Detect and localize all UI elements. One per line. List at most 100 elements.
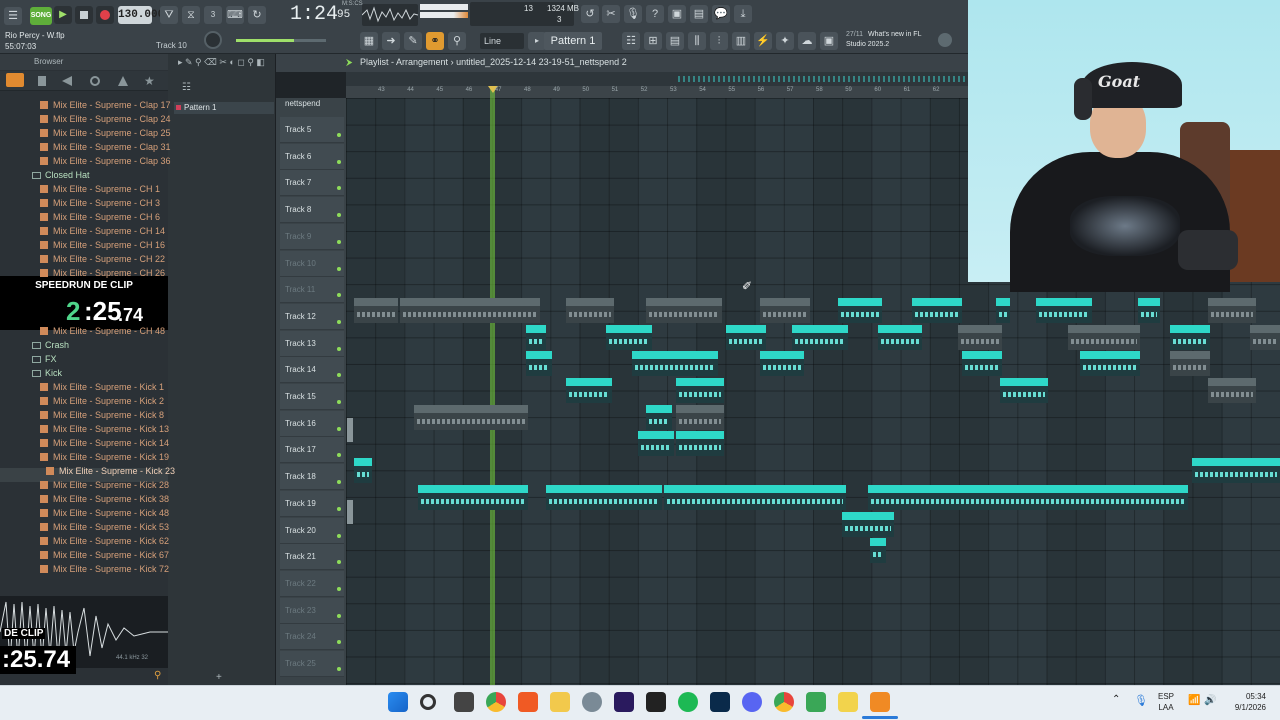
track-header[interactable]: Track 9	[280, 223, 344, 250]
playlist-clip[interactable]: unt...2	[962, 351, 1002, 377]
tray-chevron-icon[interactable]: ⌃	[1112, 694, 1120, 705]
browser-folder[interactable]: Closed Hat	[32, 168, 90, 182]
playlist-clip[interactable]: until..end 2	[566, 297, 614, 323]
track-mute-led[interactable]	[337, 640, 341, 645]
track-mute-led[interactable]	[337, 453, 341, 458]
clock[interactable]: 05:34 9/1/2026	[1226, 691, 1266, 713]
browser-item[interactable]: Mix Elite - Supreme - CH 16	[40, 238, 165, 252]
browser-search-icon[interactable]	[90, 76, 100, 86]
browser-item[interactable]: Mix Elite - Supreme - Kick 67	[40, 548, 169, 562]
browser-speaker-icon[interactable]	[62, 76, 72, 86]
undo-history-icon[interactable]: ↺	[581, 5, 599, 23]
browser-item[interactable]: Mix Elite - Supreme - Kick 38	[40, 492, 169, 506]
chat-icon[interactable]: 💬	[712, 5, 730, 23]
playlist-play-icon[interactable]: ⮞	[346, 57, 353, 68]
track-header[interactable]: Track 11	[280, 277, 344, 304]
playlist-clip[interactable]	[1138, 297, 1160, 323]
microphone-icon[interactable]: 🎙	[624, 5, 642, 23]
playlist-icon[interactable]: ☷	[622, 32, 640, 50]
premiere-icon[interactable]	[614, 692, 634, 712]
playlist-clip[interactable]: 2	[996, 297, 1010, 323]
news-title[interactable]: What's new in FL	[868, 31, 921, 38]
track-header[interactable]: Track 18	[280, 464, 344, 491]
mixer-alt-icon[interactable]: ⫶	[710, 32, 728, 50]
track-header[interactable]: Track 25	[280, 651, 344, 677]
stop-button[interactable]	[75, 6, 93, 24]
tempo-display[interactable]: 130.000	[118, 6, 164, 24]
track-header[interactable]: Track 23	[280, 597, 344, 624]
track-mute-led[interactable]	[337, 400, 341, 404]
volume-icon[interactable]: 🔊	[1204, 695, 1216, 706]
preview-search-icon[interactable]: ⚲	[154, 670, 161, 681]
start-menu-icon[interactable]	[388, 692, 408, 712]
browser-folder[interactable]: Crash	[32, 338, 69, 352]
track-header[interactable]: Track 6	[280, 143, 344, 170]
track-mute-led[interactable]	[337, 426, 341, 431]
capcut-icon[interactable]	[646, 692, 666, 712]
drive-icon[interactable]	[806, 692, 826, 712]
cloud-icon[interactable]: ☁	[798, 32, 816, 50]
browser-item[interactable]: Mix Elite - Supreme - CH 3	[40, 196, 160, 210]
playlist-clip[interactable]: untitl...end 2	[632, 351, 718, 377]
playlist-clip[interactable]: untitled_202...nettspend 2	[1250, 324, 1280, 350]
browser-item[interactable]: Mix Elite - Supreme - Kick 62	[40, 534, 169, 548]
browser-item[interactable]: Mix Elite - Supreme - Clap 25	[40, 126, 171, 140]
playlist-clip[interactable]: untitl...end 2	[526, 351, 552, 377]
piano-icon[interactable]: ▦	[360, 32, 378, 50]
pattern-selector[interactable]: Pattern 1	[544, 32, 602, 50]
playlist-clip[interactable]: untitl...end 2	[414, 404, 528, 430]
track-mute-led[interactable]	[337, 373, 341, 378]
snap-select[interactable]: Line	[480, 33, 524, 49]
playlist-options-icon[interactable]: ▸ ✎ ⚲ ⌫ ✂ ◐ ◻ ⚲ ◧	[178, 57, 265, 68]
metronome-icon[interactable]: ⛛	[160, 6, 178, 24]
notes-icon[interactable]	[838, 692, 858, 712]
tray-mic-icon[interactable]: 🎙	[1134, 694, 1148, 707]
track-mute-led[interactable]	[337, 186, 341, 191]
playlist-clip[interactable]: unt...2	[676, 431, 724, 457]
track-header[interactable]: Track 7	[280, 170, 344, 197]
playlist-clip[interactable]: untitle...pend 2	[792, 324, 848, 350]
playlist-clip[interactable]: untit...nd 2	[878, 324, 922, 350]
playlist-clip[interactable]: untitled_2025-1...40_nettspend 2	[354, 458, 372, 484]
playlist-clip[interactable]: untitled_2025-12-14_1...-06-39_nettspend…	[400, 297, 540, 323]
wifi-icon[interactable]: 📶	[1188, 695, 1200, 706]
browser-folder[interactable]: Kick	[32, 366, 62, 380]
browser-item[interactable]: Mix Elite - Supreme - Kick 8	[40, 408, 164, 422]
input-language[interactable]: ESP LAA	[1158, 691, 1174, 713]
brave-icon[interactable]	[518, 692, 538, 712]
playlist-clip[interactable]: untitled_2...ttspend 2	[1068, 324, 1140, 350]
playlist-clip[interactable]: untitl...end 2	[676, 378, 724, 403]
master-volume-knob[interactable]	[204, 31, 222, 49]
playlist-clip[interactable]: un...2	[1170, 324, 1210, 350]
track-header[interactable]: Track 16	[280, 410, 344, 437]
discord-icon[interactable]	[742, 692, 762, 712]
track-mute-led[interactable]	[337, 133, 341, 137]
piano-roll-icon[interactable]: ▤	[666, 32, 684, 50]
browser-item[interactable]: Mix Elite - Supreme - CH 14	[40, 224, 165, 238]
chrome-icon[interactable]	[486, 692, 506, 712]
fl-studio-icon[interactable]	[870, 692, 890, 712]
render-icon[interactable]: ▤	[690, 5, 708, 23]
playlist-clip[interactable]: untit..nd 2	[354, 297, 398, 323]
spotify-icon[interactable]	[678, 692, 698, 712]
browser-item[interactable]: Mix Elite - Supreme - Kick 48	[40, 506, 169, 520]
track-header[interactable]: Track 19	[280, 490, 344, 517]
account-icon[interactable]	[938, 33, 952, 47]
loop-record-icon[interactable]: ↻	[248, 6, 266, 24]
playlist-clip[interactable]	[868, 484, 1188, 510]
track-mute-led[interactable]	[337, 293, 341, 298]
browser-item[interactable]: Mix Elite - Supreme - Kick 2	[40, 394, 164, 408]
help-icon[interactable]: ?	[646, 5, 664, 23]
playlist-clip[interactable]: untit...end 2	[606, 324, 652, 350]
picker-pattern-item[interactable]: Pattern 1	[174, 102, 274, 114]
browser-file-icon[interactable]	[38, 76, 46, 86]
picker-menu-icon[interactable]: ☷	[182, 82, 191, 93]
track-mute-led[interactable]	[337, 239, 341, 244]
playlist-clip[interactable]: untitl...end 2	[566, 378, 612, 403]
arrow-right-icon[interactable]: ➜	[382, 32, 400, 50]
steam-icon[interactable]	[582, 692, 602, 712]
playlist-clip[interactable]: untit...end 2	[958, 324, 1002, 350]
browser-item[interactable]: Mix Elite - Supreme - Kick 14	[40, 436, 169, 450]
play-button[interactable]: ▶	[54, 6, 72, 24]
track-header[interactable]: Track 5	[280, 117, 344, 143]
